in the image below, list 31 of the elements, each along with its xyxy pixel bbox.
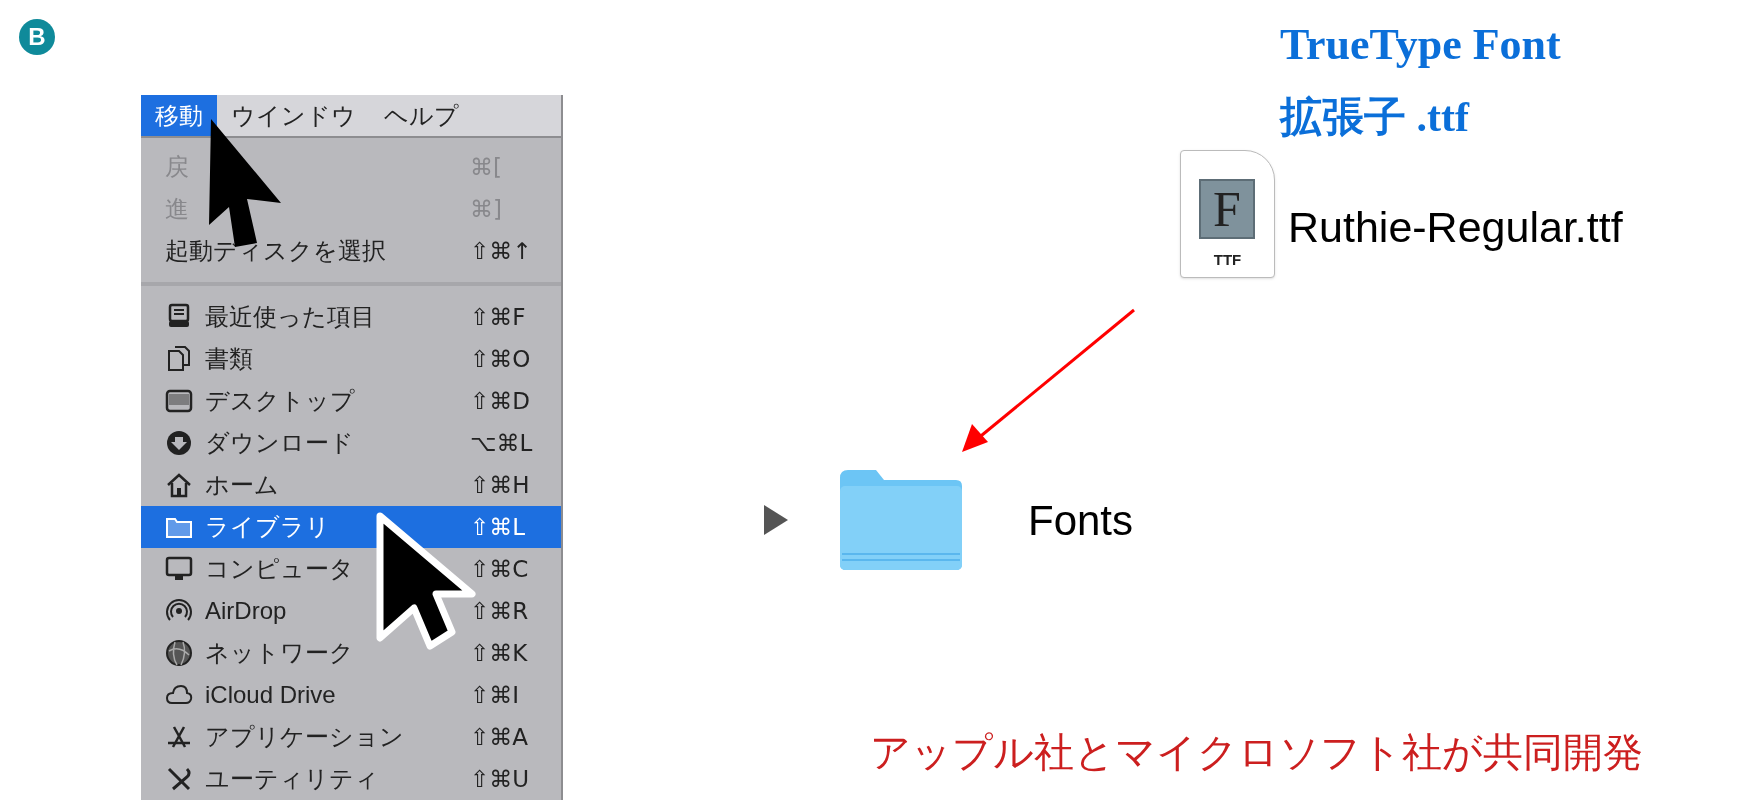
menu-item[interactable]: 書類 ⇧⌘O xyxy=(141,338,561,380)
heading-subtitle: 拡張子 .ttf xyxy=(1280,93,1469,142)
desktop-icon xyxy=(165,387,193,415)
globe-icon xyxy=(165,639,193,667)
menu-item[interactable]: アプリケーション ⇧⌘A xyxy=(141,716,561,758)
menu-bar-item[interactable]: ヘルプ xyxy=(370,95,473,136)
menu-item[interactable]: デスクトップ ⇧⌘D xyxy=(141,380,561,422)
section-badge: B xyxy=(19,19,55,55)
documents-icon xyxy=(165,345,193,373)
menu-item[interactable]: 最近使った項目 ⇧⌘F xyxy=(141,296,561,338)
download-icon xyxy=(165,429,193,457)
menu-item[interactable]: ライブラリ ⇧⌘L xyxy=(141,506,561,548)
house-icon xyxy=(165,471,193,499)
file-type-label: TTF xyxy=(1213,249,1242,270)
folder-icon xyxy=(838,468,964,572)
font-letter-tile: F xyxy=(1199,179,1255,239)
file-name: Ruthie-Regular.ttf xyxy=(1288,202,1623,253)
cursor-icon xyxy=(376,512,476,652)
menu-item[interactable]: iCloud Drive ⇧⌘I xyxy=(141,674,561,716)
menu-item[interactable]: ダウンロード ⌥⌘L xyxy=(141,422,561,464)
menu-item[interactable]: ホーム ⇧⌘H xyxy=(141,464,561,506)
menu-item[interactable]: コンピュータ ⇧⌘C xyxy=(141,548,561,590)
menu-item[interactable]: ネットワーク ⇧⌘K xyxy=(141,632,561,674)
menu-bar-item[interactable]: ウインドウ xyxy=(217,95,370,136)
menu-bar-item[interactable]: 移動 xyxy=(141,95,217,136)
note-text: アップル社とマイクロソフト社が共同開発 xyxy=(870,729,1643,776)
menu-item[interactable]: AirDrop ⇧⌘R xyxy=(141,590,561,632)
monitor-icon xyxy=(165,555,193,583)
folder-name: Fonts xyxy=(1028,495,1134,546)
heading-title: TrueType Font xyxy=(1280,19,1561,71)
menu-item[interactable]: ユーティリティ ⇧⌘U xyxy=(141,758,561,800)
